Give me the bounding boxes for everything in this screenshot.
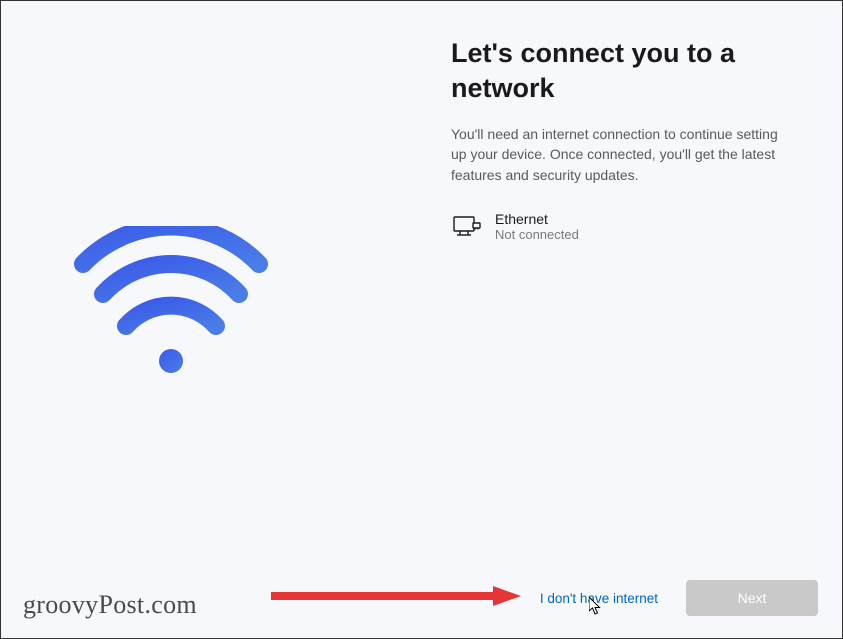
network-item-ethernet[interactable]: Ethernet Not connected	[451, 211, 791, 242]
watermark-text: groovyPost.com	[23, 590, 197, 620]
next-button[interactable]: Next	[686, 580, 818, 616]
wifi-illustration-icon	[71, 226, 271, 386]
content-panel: Let's connect you to a network You'll ne…	[451, 36, 791, 242]
footer: I don't have internet Next	[540, 580, 818, 616]
network-name: Ethernet	[495, 211, 579, 227]
page-description: You'll need an internet connection to co…	[451, 124, 791, 185]
page-title: Let's connect you to a network	[451, 36, 791, 106]
network-info: Ethernet Not connected	[495, 211, 579, 242]
ethernet-icon	[453, 215, 481, 239]
annotation-arrow-icon	[271, 586, 521, 606]
skip-internet-link[interactable]: I don't have internet	[540, 591, 658, 606]
network-status: Not connected	[495, 227, 579, 242]
